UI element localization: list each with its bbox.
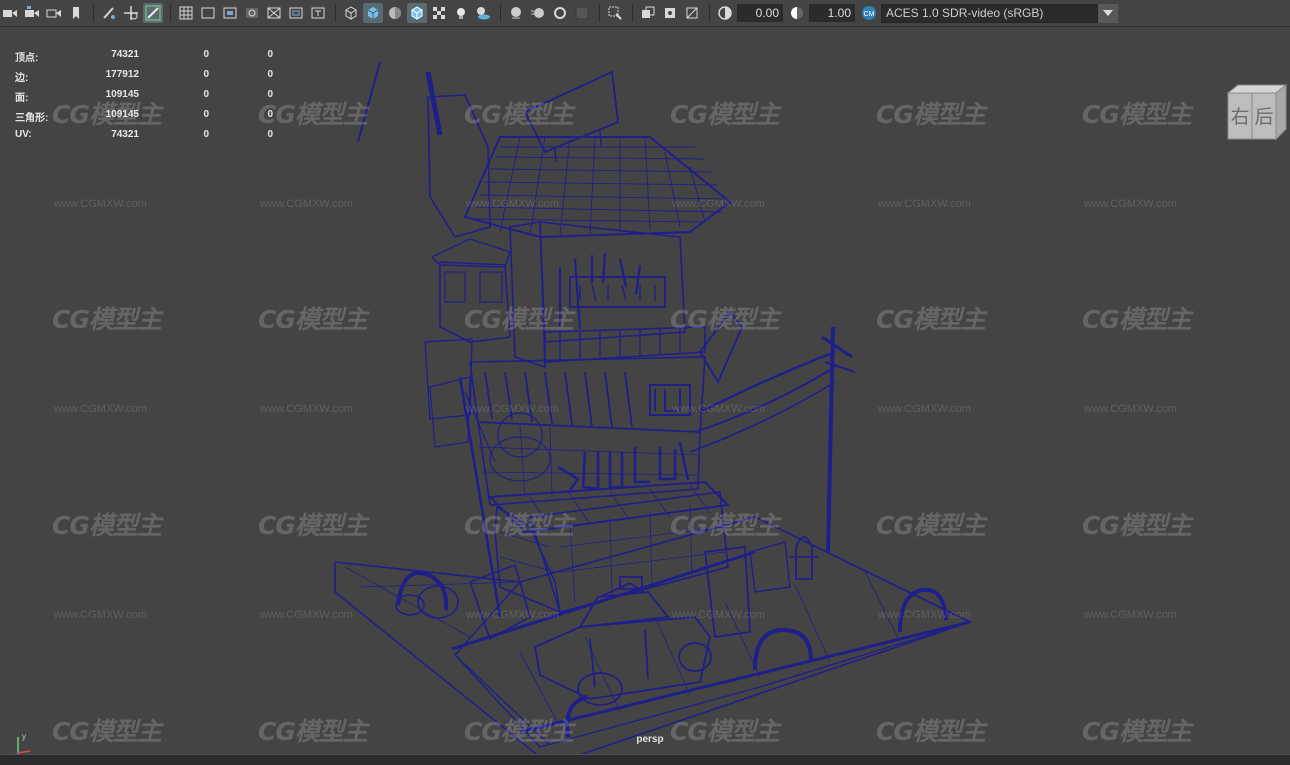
toolbar-separator [709, 4, 710, 22]
camera-attributes-icon[interactable] [22, 3, 42, 23]
resolution-gate-icon[interactable] [220, 3, 240, 23]
fire-hydrant [795, 536, 813, 580]
hud-row-vertices: 顶点: 74321 0 0 [15, 49, 275, 69]
perspective-viewport[interactable]: 顶点: 74321 0 0 边: 177912 0 0 面: 109145 0 … [0, 27, 1290, 761]
hud-row-triangles: 三角形: 109145 0 0 [15, 109, 275, 129]
anti-alias-icon[interactable] [550, 3, 570, 23]
lights-icon[interactable] [451, 3, 471, 23]
hud-value: 0 [267, 89, 273, 100]
wireframe-on-shaded-icon[interactable] [407, 3, 427, 23]
grease-pencil-icon[interactable] [99, 3, 119, 23]
grid-icon[interactable] [176, 3, 196, 23]
camera-icon[interactable] [0, 3, 20, 23]
pan-zoom-icon[interactable] [121, 3, 141, 23]
hud-value: 0 [267, 109, 273, 120]
motion-blur-icon[interactable] [528, 3, 548, 23]
ground-slab [334, 516, 973, 754]
toolbar-separator [632, 4, 633, 22]
viewport-toolbar: 0.00 1.00 CM ACES 1.0 SDR-video (sRGB) [0, 0, 1290, 27]
hud-value: 0 [203, 89, 209, 100]
hud-value: 0 [267, 69, 273, 80]
toolbar-separator [93, 4, 94, 22]
shadows-icon[interactable] [473, 3, 493, 23]
gamma-icon[interactable] [787, 3, 807, 23]
hud-value: 0 [203, 69, 209, 80]
rooftop-billboard [523, 70, 619, 154]
hud-value: 0 [203, 49, 209, 60]
dropdown-arrow-icon[interactable] [1098, 3, 1118, 23]
upper-room [509, 221, 546, 369]
hud-row-edges: 边: 177912 0 0 [15, 69, 275, 89]
hud-value: 109145 [105, 89, 139, 100]
exposure-field[interactable]: 0.00 [737, 4, 783, 22]
hud-row-uvs: UV: 74321 0 0 [15, 129, 275, 149]
hud-value: 0 [203, 109, 209, 120]
safe-action-icon[interactable] [286, 3, 306, 23]
color-management-icon[interactable]: CM [859, 3, 879, 23]
hud-value: 177912 [105, 69, 139, 80]
axis-y-label: y [22, 732, 26, 741]
status-bar [0, 754, 1290, 765]
bollard-2 [898, 587, 948, 633]
hud-value: 0 [267, 49, 273, 60]
xray-icon[interactable] [638, 3, 658, 23]
toolbar-separator [170, 4, 171, 22]
utility-pole [826, 326, 835, 553]
backface-icon[interactable] [682, 3, 702, 23]
building-ground-floor [494, 505, 562, 614]
film-gate-icon[interactable] [198, 3, 218, 23]
hud-row-faces: 面: 109145 0 0 [15, 89, 275, 109]
hud-value: 74321 [111, 49, 139, 60]
poly-count-hud: 顶点: 74321 0 0 边: 177912 0 0 面: 109145 0 … [15, 49, 275, 149]
2d-pan-icon[interactable] [143, 3, 163, 23]
viewcube-back-face[interactable]: 后 [1254, 106, 1273, 128]
hud-label: 顶点: [15, 53, 39, 64]
wireframe-icon[interactable] [341, 3, 361, 23]
hud-label: 三角形: [15, 113, 49, 124]
flat-shade-icon[interactable] [385, 3, 405, 23]
hud-label: UV: [15, 129, 32, 140]
viewcube[interactable]: 右 后 [1224, 83, 1288, 143]
toolbar-separator [500, 4, 501, 22]
bookmark-camera-icon[interactable] [44, 3, 64, 23]
view-transform-select[interactable]: ACES 1.0 SDR-video (sRGB) [881, 3, 1098, 23]
exposure-icon[interactable] [715, 3, 735, 23]
gate-mask-icon[interactable] [242, 3, 262, 23]
hud-value: 109145 [105, 109, 139, 120]
hud-label: 面: [15, 93, 29, 104]
gamma-field[interactable]: 1.00 [809, 4, 855, 22]
isolate-select-icon[interactable] [605, 3, 625, 23]
toolbar-separator [599, 4, 600, 22]
svg-text:CM: CM [864, 11, 875, 18]
bookmark-icon[interactable] [66, 3, 86, 23]
textured-icon[interactable] [429, 3, 449, 23]
smooth-shade-icon[interactable] [363, 3, 383, 23]
toolbar-separator [335, 4, 336, 22]
hud-value: 74321 [111, 129, 139, 140]
safe-title-icon[interactable] [308, 3, 328, 23]
hud-label: 边: [15, 73, 29, 84]
xray-joints-icon[interactable] [660, 3, 680, 23]
building-second-floor [477, 421, 701, 506]
depth-of-field-icon[interactable] [572, 3, 592, 23]
car [533, 576, 712, 706]
field-chart-icon[interactable] [264, 3, 284, 23]
ambient-occlusion-icon[interactable] [506, 3, 526, 23]
camera-name-label: persp [636, 734, 664, 745]
hud-value: 0 [267, 129, 273, 140]
hud-value: 0 [203, 129, 209, 140]
viewcube-right-face[interactable]: 右 [1230, 106, 1249, 128]
